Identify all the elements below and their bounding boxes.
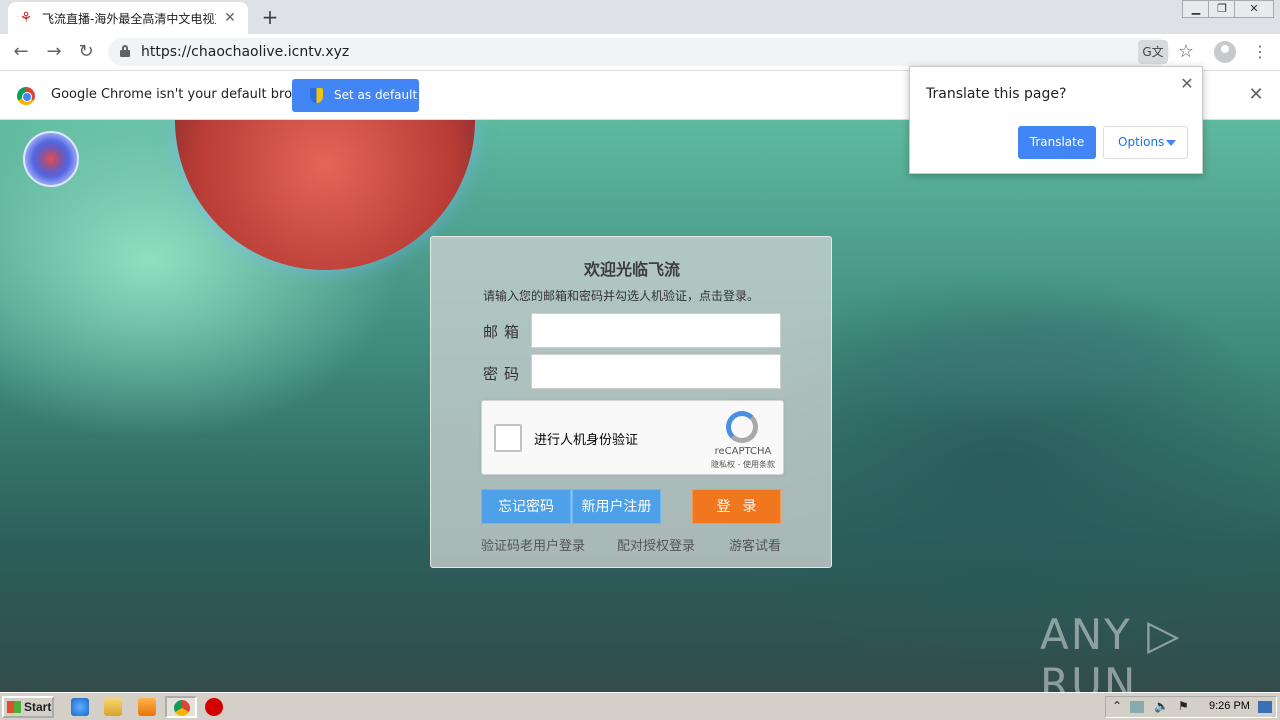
infobar-close-icon[interactable]: ✕ [1247, 85, 1265, 105]
translate-bubble-title: Translate this page? [926, 86, 1067, 102]
register-button[interactable]: 新用户注册 [572, 489, 661, 524]
window-close-button[interactable]: ✕ [1234, 0, 1274, 18]
tab-title: 飞流直播-海外最全高清中文电视直播 [42, 11, 216, 26]
show-desktop-icon[interactable] [1258, 701, 1272, 713]
clock[interactable]: 9:26 PM [1209, 700, 1250, 712]
flag-icon[interactable]: ⚑ [1178, 699, 1189, 713]
anyrun-watermark: ANY ▷ RUN [1040, 610, 1182, 692]
email-label: 邮箱 [483, 323, 526, 341]
maximize-button[interactable]: ❐ [1208, 0, 1236, 18]
login-title: 欢迎光临飞流 [583, 260, 680, 279]
tab-active[interactable]: ⚘ 飞流直播-海外最全高清中文电视直播 ✕ [8, 2, 248, 34]
site-logo[interactable] [23, 131, 79, 187]
lock-icon[interactable] [120, 45, 130, 57]
password-label: 密码 [483, 365, 526, 383]
code-login-link[interactable]: 验证码老用户登录 [481, 535, 585, 554]
uac-shield-icon [310, 88, 323, 103]
page-content: 欢迎光临飞流 请输入您的邮箱和密码并勾选人机验证，点击登录。 邮箱 密码 进行人… [0, 120, 1280, 692]
tab-strip: ⚘ 飞流直播-海外最全高清中文电视直播 ✕ + ▁ ❐ ✕ [0, 0, 1280, 34]
address-bar[interactable]: https://chaochaolive.icntv.xyz [108, 38, 1170, 66]
recaptcha-checkbox[interactable] [494, 424, 522, 452]
windows-logo-icon [7, 701, 21, 713]
profile-avatar-icon[interactable] [1214, 41, 1236, 63]
password-field[interactable] [531, 354, 781, 389]
chrome-logo-icon [17, 87, 35, 105]
bookmark-star-icon[interactable]: ☆ [1175, 40, 1197, 64]
guest-trial-link[interactable]: 游客试看 [729, 535, 781, 554]
windows-taskbar: Start ⌃ 🔈 ⚑ 9:26 PM [0, 692, 1280, 720]
auth-login-link[interactable]: 配对授权登录 [617, 535, 695, 554]
translate-options-button[interactable]: Options [1103, 126, 1188, 159]
start-button[interactable]: Start [2, 696, 54, 718]
network-icon[interactable] [1130, 701, 1144, 713]
dropdown-caret-icon [1166, 140, 1176, 146]
internet-explorer-icon[interactable] [71, 698, 89, 716]
translate-icon[interactable]: G文 [1138, 40, 1168, 64]
translate-bubble-close-icon[interactable]: ✕ [1178, 75, 1196, 93]
start-label: Start [24, 700, 52, 714]
system-tray: ⌃ 🔈 ⚑ [1105, 696, 1277, 718]
tab-close-icon[interactable]: ✕ [222, 10, 238, 26]
login-button[interactable]: 登录 [692, 489, 781, 524]
recaptcha-label: 进行人机身份验证 [534, 433, 639, 448]
browser-menu-icon[interactable]: ⋮ [1252, 40, 1268, 64]
login-panel: 欢迎光临飞流 请输入您的邮箱和密码并勾选人机验证，点击登录。 邮箱 密码 进行人… [430, 236, 832, 568]
new-tab-button[interactable]: + [258, 6, 282, 30]
login-subtitle: 请输入您的邮箱和密码并勾选人机验证，点击登录。 [483, 289, 760, 303]
forward-button[interactable]: → [41, 40, 67, 66]
forgot-password-button[interactable]: 忘记密码 [481, 489, 571, 524]
recaptcha-name: reCAPTCHA [714, 446, 772, 457]
translate-bubble: Translate this page? ✕ Translate Options [909, 66, 1203, 174]
url-text[interactable]: https://chaochaolive.icntv.xyz [141, 44, 349, 60]
minimize-button[interactable]: ▁ [1182, 0, 1210, 18]
taskbar-chrome-button[interactable] [165, 696, 197, 718]
opera-icon[interactable] [205, 698, 223, 716]
translate-options-label: Options [1118, 135, 1165, 149]
set-as-default-label: Set as default [334, 88, 418, 102]
recaptcha-terms-links[interactable]: 隐私权 - 使用条款 [704, 459, 782, 470]
reload-button[interactable]: ↻ [73, 40, 99, 66]
infobar-message: Google Chrome isn't your default browser [51, 87, 323, 102]
chrome-taskbar-icon [174, 700, 190, 716]
email-field[interactable] [531, 313, 781, 348]
volume-icon[interactable]: 🔈 [1154, 699, 1169, 713]
tray-expand-icon[interactable]: ⌃ [1112, 699, 1122, 713]
recaptcha-widget: 进行人机身份验证 reCAPTCHA 隐私权 - 使用条款 [481, 400, 784, 475]
back-button[interactable]: ← [8, 40, 34, 66]
translate-button[interactable]: Translate [1018, 126, 1096, 159]
site-favicon-icon: ⚘ [19, 10, 33, 26]
recaptcha-logo-icon [726, 411, 758, 443]
media-player-icon[interactable] [138, 698, 156, 716]
folder-icon[interactable] [104, 698, 122, 716]
background-figure [814, 278, 1246, 442]
set-as-default-button[interactable]: Set as default [292, 79, 419, 112]
